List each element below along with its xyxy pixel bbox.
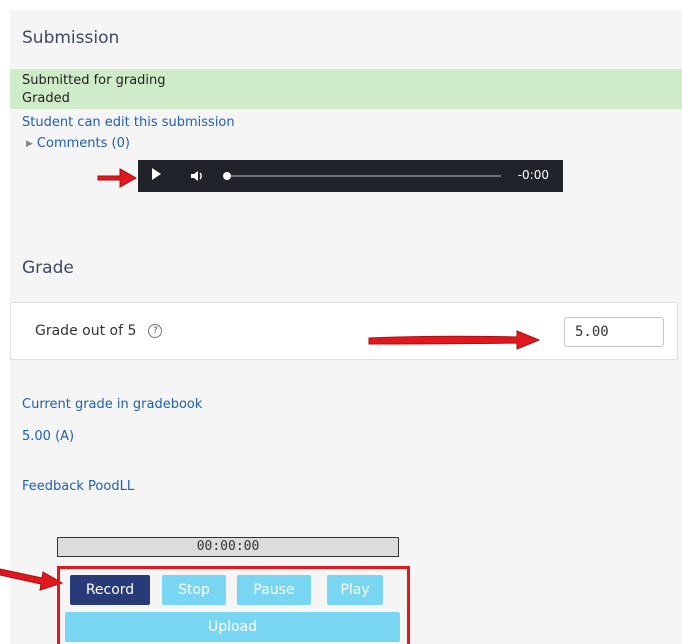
play-button[interactable]: Play	[327, 575, 383, 605]
comments-label: Comments (0)	[36, 136, 130, 151]
pause-button[interactable]: Pause	[237, 575, 311, 605]
volume-icon[interactable]	[190, 169, 204, 183]
current-grade-label: Current grade in gradebook	[22, 397, 203, 412]
status-graded: Graded	[22, 91, 70, 106]
seek-handle[interactable]	[223, 172, 231, 180]
recorder-timer: 00:00:00	[57, 537, 399, 557]
grade-out-of-label: Grade out of 5	[35, 323, 137, 339]
red-arrow-icon	[0, 568, 64, 591]
upload-button[interactable]: Upload	[65, 612, 400, 642]
submission-audio-player: -0:00	[138, 160, 563, 192]
audio-time: -0:00	[517, 168, 549, 182]
red-arrow-icon	[368, 330, 541, 350]
grade-heading: Grade	[22, 258, 74, 278]
red-arrow-icon	[97, 168, 138, 188]
comments-toggle[interactable]: ▶ Comments (0)	[26, 136, 130, 151]
current-grade-value: 5.00 (A)	[22, 429, 75, 444]
feedback-poodll-label: Feedback PoodLL	[22, 479, 135, 494]
triangle-right-icon: ▶	[26, 138, 33, 149]
help-icon[interactable]: ?	[148, 324, 163, 338]
play-icon[interactable]	[152, 168, 161, 180]
stop-button[interactable]: Stop	[162, 575, 226, 605]
record-button[interactable]: Record	[70, 575, 150, 605]
edit-permission-note: Student can edit this submission	[22, 115, 235, 130]
submission-heading: Submission	[22, 28, 120, 48]
seek-track[interactable]	[231, 175, 501, 177]
grade-input[interactable]	[564, 317, 664, 347]
grade-card: Grade out of 5 ?	[10, 302, 678, 360]
status-submitted: Submitted for grading	[22, 73, 166, 88]
grade-label-row: Grade out of 5 ?	[35, 323, 163, 339]
